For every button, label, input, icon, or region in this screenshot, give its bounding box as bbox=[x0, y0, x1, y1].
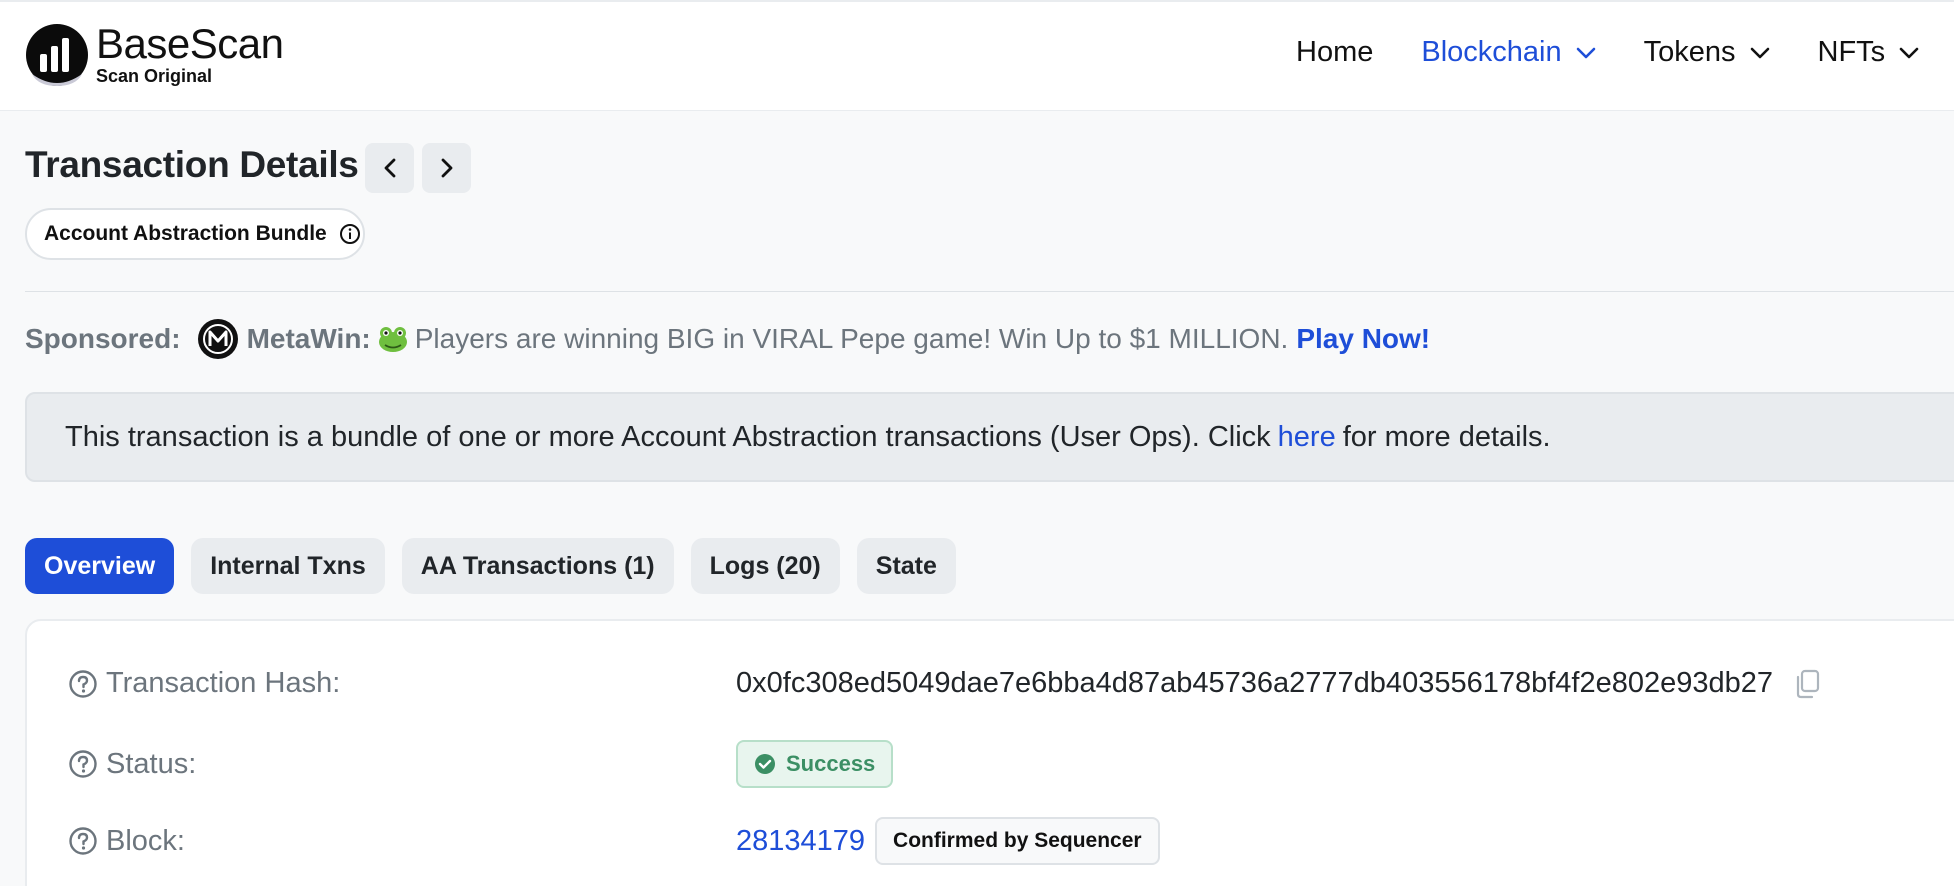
status-label: Status: bbox=[106, 747, 197, 780]
tab-overview[interactable]: Overview bbox=[25, 538, 175, 594]
nav-tokens[interactable]: Tokens bbox=[1644, 36, 1770, 69]
nav-nfts[interactable]: NFTs bbox=[1818, 36, 1920, 69]
logo-title: BaseScan bbox=[96, 20, 284, 67]
divider bbox=[25, 291, 1954, 292]
nav-tokens-label: Tokens bbox=[1643, 36, 1736, 68]
top-header: BaseScan Scan Original Home Blockchain T… bbox=[0, 0, 1954, 111]
aa-bundle-alert: This transaction is a bundle of one or m… bbox=[25, 392, 1954, 482]
nav-nfts-label: NFTs bbox=[1817, 36, 1886, 68]
status-row: Status: Success bbox=[68, 740, 1954, 788]
play-now-link[interactable]: Play Now! bbox=[1296, 323, 1430, 355]
basescan-logo-icon bbox=[26, 24, 88, 86]
tab-state[interactable]: State bbox=[856, 538, 956, 594]
sponsored-label: Sponsored: bbox=[25, 323, 181, 354]
logo-subtitle: Scan Original bbox=[96, 66, 213, 86]
sponsor-text: Players are winning BIG in VIRAL Pepe ga… bbox=[414, 323, 1289, 354]
badge-label: Account Abstraction Bundle bbox=[44, 222, 327, 245]
check-circle-icon bbox=[755, 754, 775, 774]
block-label: Block: bbox=[106, 824, 185, 857]
alert-text-before: This transaction is a bundle of one or m… bbox=[65, 420, 1271, 453]
tab-internal-txns[interactable]: Internal Txns bbox=[191, 538, 385, 594]
block-number-link[interactable]: 28134179 bbox=[736, 825, 865, 858]
chevron-left-icon bbox=[384, 158, 395, 178]
transaction-tabs: Overview Internal Txns AA Transactions (… bbox=[25, 538, 973, 594]
confirmed-by-sequencer-badge: Confirmed by Sequencer bbox=[875, 817, 1160, 865]
copy-icon[interactable] bbox=[1793, 669, 1821, 699]
status-badge: Success bbox=[736, 740, 894, 788]
main-nav: Home Blockchain Tokens NFTs bbox=[1296, 36, 1954, 69]
sponsored-banner: Sponsored: MetaWin: Players are winning … bbox=[25, 318, 1430, 360]
question-icon[interactable] bbox=[68, 669, 98, 699]
question-icon[interactable] bbox=[68, 826, 98, 856]
nav-blockchain-label: Blockchain bbox=[1421, 36, 1562, 68]
chevron-down-icon bbox=[1899, 47, 1919, 58]
block-row: Block: 28134179 Confirmed by Sequencer bbox=[68, 817, 1954, 865]
nav-home-label: Home bbox=[1296, 36, 1374, 68]
nav-blockchain[interactable]: Blockchain bbox=[1421, 36, 1595, 69]
transaction-hash-row: Transaction Hash: 0x0fc308ed5049dae7e6bb… bbox=[68, 667, 1954, 700]
account-abstraction-badge[interactable]: Account Abstraction Bundle bbox=[25, 208, 365, 260]
info-icon bbox=[339, 224, 360, 244]
question-icon[interactable] bbox=[68, 749, 98, 779]
status-value: Success bbox=[786, 751, 876, 776]
alert-text-after: for more details. bbox=[1342, 420, 1551, 453]
tab-logs[interactable]: Logs (20) bbox=[690, 538, 840, 594]
chevron-right-icon bbox=[441, 158, 452, 178]
previous-transaction-button[interactable] bbox=[365, 143, 414, 193]
frog-emoji-icon bbox=[378, 327, 407, 352]
next-transaction-button[interactable] bbox=[422, 143, 471, 193]
chevron-down-icon bbox=[1576, 47, 1595, 58]
overview-card: Transaction Hash: 0x0fc308ed5049dae7e6bb… bbox=[25, 619, 1954, 886]
alert-here-link[interactable]: here bbox=[1278, 421, 1336, 454]
metawin-logo-icon bbox=[197, 319, 238, 359]
page-title: Transaction Details bbox=[25, 144, 359, 185]
transaction-hash-label: Transaction Hash: bbox=[106, 667, 341, 699]
chevron-down-icon bbox=[1750, 47, 1769, 58]
basescan-logo[interactable]: BaseScan Scan Original bbox=[24, 20, 284, 88]
transaction-hash-value: 0x0fc308ed5049dae7e6bba4d87ab45736a2777d… bbox=[736, 667, 1774, 699]
nav-home[interactable]: Home bbox=[1296, 36, 1373, 69]
tab-aa-transactions[interactable]: AA Transactions (1) bbox=[401, 538, 674, 594]
sponsor-brand: MetaWin: bbox=[246, 323, 371, 354]
